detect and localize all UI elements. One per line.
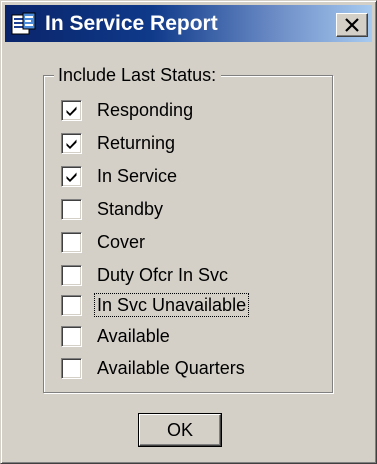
- checkbox-label: In Svc Unavailable: [93, 293, 250, 317]
- checkbox-cover[interactable]: Cover: [61, 227, 147, 257]
- title-bar[interactable]: In Service Report: [5, 5, 372, 42]
- group-label: Include Last Status:: [54, 64, 222, 86]
- ok-button[interactable]: OK: [139, 414, 221, 446]
- checkbox-label: In Service: [97, 166, 178, 186]
- dialog-window: In Service Report Include Last Status: R…: [0, 0, 377, 464]
- checkbox-label: Standby: [97, 199, 164, 219]
- checkbox-box[interactable]: [61, 264, 82, 286]
- checkbox-box[interactable]: [61, 294, 82, 316]
- report-window-icon: [11, 12, 37, 36]
- checkbox-standby[interactable]: Standby: [61, 194, 165, 224]
- checkbox-in-service[interactable]: In Service: [61, 161, 179, 191]
- close-icon: [345, 18, 359, 32]
- checkbox-label: Cover: [97, 232, 146, 252]
- checkbox-duty-ofcr-in-svc[interactable]: Duty Ofcr In Svc: [61, 260, 230, 290]
- checkbox-returning[interactable]: Returning: [61, 128, 177, 158]
- checkbox-label: Responding: [97, 100, 194, 120]
- checkbox-box[interactable]: [61, 132, 82, 154]
- checkbox-in-svc-unavailable[interactable]: In Svc Unavailable: [61, 290, 250, 320]
- checkbox-label: Available Quarters: [97, 358, 245, 378]
- checkbox-box[interactable]: [61, 165, 82, 187]
- checkbox-box[interactable]: [61, 231, 82, 253]
- checkbox-available-quarters[interactable]: Available Quarters: [61, 353, 247, 383]
- window-title: In Service Report: [45, 12, 218, 35]
- checkbox-label: Available: [97, 326, 170, 346]
- checkbox-label: Duty Ofcr In Svc: [97, 265, 229, 285]
- checkbox-available[interactable]: Available: [61, 321, 172, 351]
- checkbox-box[interactable]: [61, 325, 82, 347]
- checkbox-label: Returning: [97, 133, 176, 153]
- checkbox-box[interactable]: [61, 99, 82, 121]
- checkmark-icon: [66, 172, 77, 182]
- checkmark-icon: [66, 139, 77, 149]
- checkbox-box[interactable]: [61, 357, 82, 379]
- checkmark-icon: [66, 106, 77, 116]
- close-button[interactable]: [336, 13, 368, 37]
- checkbox-box[interactable]: [61, 198, 82, 220]
- checkbox-responding[interactable]: Responding: [61, 95, 195, 125]
